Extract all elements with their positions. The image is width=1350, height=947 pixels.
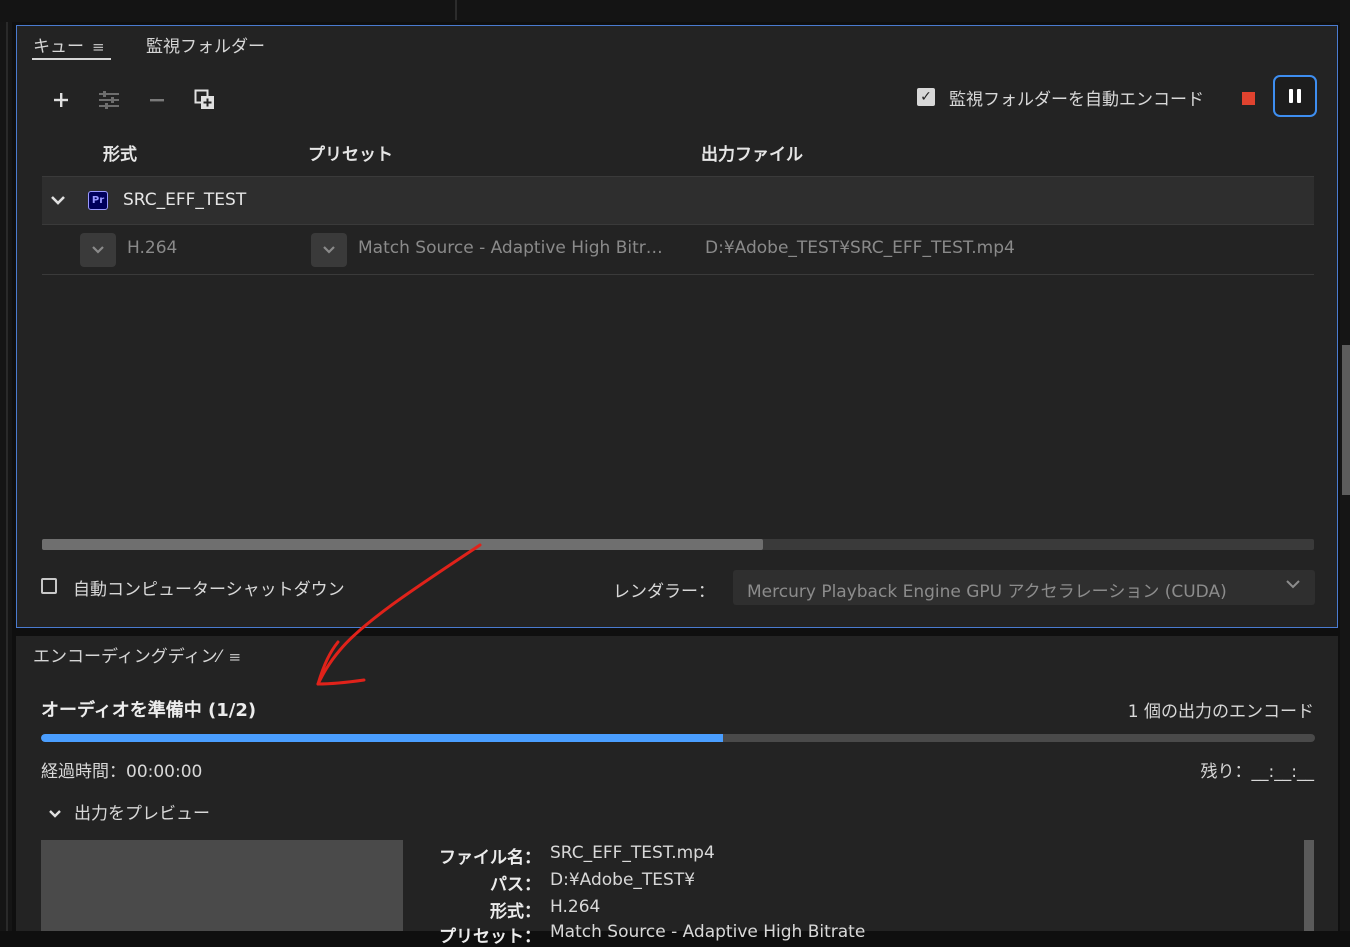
stop-queue-button[interactable]	[1242, 92, 1255, 105]
chevron-down-icon[interactable]	[50, 194, 66, 206]
renderer-label: レンダラー：	[613, 582, 715, 602]
pause-icon-bar	[1297, 89, 1301, 103]
column-preset[interactable]: プリセット	[308, 140, 393, 165]
auto-encode-checkbox[interactable]: ✓	[917, 88, 935, 106]
item-preset[interactable]: Match Source - Adaptive High Bitr…	[358, 238, 663, 258]
chevron-down-icon	[323, 246, 335, 254]
preview-output-label: 出力をプレビュー	[74, 804, 210, 824]
auto-shutdown-label: 自動コンピューターシャットダウン	[73, 580, 345, 600]
remaining-time: 残り：__:__:__	[1200, 762, 1314, 782]
encoding-title-label: エンコーディングディン⁄	[33, 647, 221, 667]
encoding-panel-title[interactable]: エンコーディングディン⁄ ≡	[33, 642, 241, 667]
top-strip	[0, 0, 1340, 22]
encoding-progress-bar	[41, 734, 1315, 742]
encoding-status: オーディオを準備中 (1/2)	[41, 700, 257, 721]
encoding-progress-fill	[41, 734, 723, 742]
hamburger-icon[interactable]: ≡	[92, 38, 105, 56]
queue-panel: キュー ≡ 監視フォルダー ✓ 監視フォルダーを自動エンコード 形式 プリセット …	[16, 25, 1338, 628]
item-format[interactable]: H.264	[127, 238, 177, 258]
chevron-down-icon	[1286, 580, 1300, 589]
info-key-path: パス：	[490, 875, 541, 895]
plus-icon	[54, 93, 68, 107]
item-output-file[interactable]: D:¥Adobe_TEST¥SRC_EFF_TEST.mp4	[705, 238, 1015, 258]
info-key-filename: ファイル名：	[439, 848, 541, 868]
column-format[interactable]: 形式	[103, 140, 137, 165]
tab-queue-label: キュー	[33, 37, 84, 57]
info-value-path: D:¥Adobe_TEST¥	[550, 870, 696, 890]
chevron-down-icon	[92, 246, 104, 254]
queue-item-row[interactable]: H.264 Match Source - Adaptive High Bitr……	[42, 225, 1314, 275]
remove-button[interactable]	[143, 86, 171, 114]
hamburger-icon[interactable]: ≡	[228, 648, 241, 666]
pause-queue-button[interactable]	[1273, 75, 1317, 117]
right-edge-scrollbar-thumb[interactable]	[1342, 345, 1350, 495]
tab-queue[interactable]: キュー ≡	[33, 32, 105, 57]
duplicate-button[interactable]	[191, 86, 219, 114]
encoding-panel: エンコーディングディン⁄ ≡ オーディオを準備中 (1/2) 1 個の出力のエンコ…	[16, 636, 1338, 947]
info-value-filename: SRC_EFF_TEST.mp4	[550, 843, 715, 863]
preview-output-toggle[interactable]: 出力をプレビュー	[48, 799, 210, 824]
info-value-preset: Match Source - Adaptive High Bitrate	[550, 922, 866, 942]
preset-settings-button[interactable]	[95, 86, 123, 114]
encoding-output-count: 1 個の出力のエンコード	[1127, 702, 1314, 722]
add-source-button[interactable]	[47, 86, 75, 114]
tab-queue-underline	[32, 58, 111, 60]
tab-watch-folders[interactable]: 監視フォルダー	[146, 32, 265, 57]
info-value-format: H.264	[550, 897, 601, 917]
minus-icon	[150, 99, 164, 102]
preset-dropdown-button[interactable]	[311, 233, 347, 267]
queue-group-row[interactable]: Pr SRC_EFF_TEST	[42, 176, 1314, 225]
duplicate-icon	[194, 89, 214, 109]
auto-shutdown-checkbox[interactable]	[41, 578, 57, 594]
premiere-pro-icon: Pr	[88, 191, 108, 210]
group-name: SRC_EFF_TEST	[123, 190, 247, 210]
elapsed-time: 経過時間：00:00:00	[41, 762, 203, 782]
left-edge-divider	[6, 22, 8, 931]
panel-divider[interactable]	[455, 0, 457, 20]
horizontal-scrollbar-thumb[interactable]	[42, 539, 763, 550]
sliders-icon	[99, 91, 119, 109]
chevron-down-icon	[49, 810, 61, 818]
column-output-file[interactable]: 出力ファイル	[701, 140, 803, 165]
pause-icon	[1289, 89, 1293, 103]
info-vertical-scrollbar[interactable]	[1304, 840, 1314, 931]
info-key-format: 形式：	[490, 902, 541, 922]
auto-encode-label: 監視フォルダーを自動エンコード	[949, 90, 1204, 110]
info-key-preset: プリセット：	[439, 927, 541, 947]
renderer-value: Mercury Playback Engine GPU アクセラレーション (C…	[747, 582, 1227, 602]
renderer-select[interactable]: Mercury Playback Engine GPU アクセラレーション (C…	[733, 570, 1315, 605]
format-dropdown-button[interactable]	[80, 233, 116, 267]
output-preview-thumbnail	[41, 840, 403, 931]
